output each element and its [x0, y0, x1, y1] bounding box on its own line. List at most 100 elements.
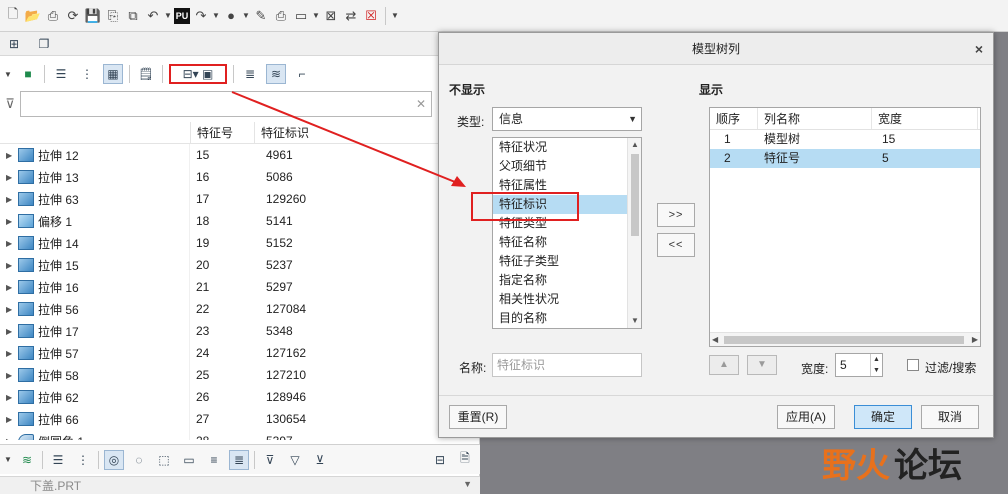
expand-icon[interactable]: ▶ [6, 327, 14, 336]
tree-columns-button[interactable]: ⊟▾ ▣ [169, 64, 227, 84]
tree-row[interactable]: ▶ 拉伸 56 22 127084 [0, 298, 480, 320]
header-width[interactable]: 宽度 [872, 108, 978, 129]
tree-menu-dropdown-icon[interactable]: ▼ [4, 70, 12, 79]
expand-icon[interactable]: ▶ [6, 195, 14, 204]
tree-row[interactable]: ▶ 拉伸 12 15 4961 [0, 144, 480, 166]
list-item[interactable]: 特征名称 [493, 233, 627, 252]
erase-icon[interactable]: ☒ [362, 7, 380, 25]
layer-stack-icon[interactable]: ≋ [17, 450, 37, 470]
switch-icon[interactable]: ⇄ [342, 7, 360, 25]
filter-funnel-icon[interactable]: ⊽ [0, 96, 20, 112]
save-icon[interactable]: 💾 [84, 7, 102, 25]
table-row[interactable]: 1 模型树 15 [710, 130, 980, 149]
table-row[interactable]: 2 特征号 5 [710, 149, 980, 168]
list-item[interactable]: 父项细节 [493, 157, 627, 176]
expand-icon[interactable]: ▶ [6, 305, 14, 314]
expand-icon[interactable]: ▶ [6, 283, 14, 292]
list-item[interactable]: 指定名称 [493, 271, 627, 290]
type-select[interactable]: 信息 ▼ [492, 107, 642, 131]
pu-plugin-icon[interactable]: PU [174, 7, 190, 24]
undo-icon[interactable]: ↶ [144, 7, 162, 25]
layer-props-icon[interactable]: ≣ [229, 449, 249, 470]
reset-button[interactable]: 重置(R) [449, 405, 507, 429]
tree-search-input[interactable]: ✕ [20, 91, 432, 117]
save-as-icon[interactable]: ⎘ [104, 7, 122, 25]
layer-filter-icon[interactable]: ⋮ [73, 450, 93, 470]
stepper-down-icon[interactable]: ▼ [870, 365, 882, 376]
tree-row[interactable]: ▶ 偏移 1 18 5141 [0, 210, 480, 232]
move-up-button[interactable]: ▲ [709, 355, 739, 375]
layer-model-dropdown-icon[interactable]: ▼ [463, 479, 472, 489]
open-file-icon[interactable]: 📂 [24, 7, 42, 25]
layer-tree-tab-icon[interactable]: ❐ [34, 34, 54, 54]
expand-icon[interactable]: ▶ [6, 415, 14, 424]
list-icon[interactable]: ≣ [240, 64, 260, 84]
layer-doc-icon[interactable]: 🗎 [455, 450, 475, 470]
layer-menu-dropdown-icon[interactable]: ▼ [4, 455, 12, 464]
layer-info-icon[interactable]: ⊟ [430, 450, 450, 470]
move-down-button[interactable]: ▼ [747, 355, 777, 375]
list-item[interactable]: 相关性状况 [493, 290, 627, 309]
model-tree-tab-icon[interactable]: ⊞ [4, 34, 24, 54]
expand-icon[interactable]: ▶ [6, 239, 14, 248]
expand-icon[interactable]: ▶ [6, 217, 14, 226]
clear-search-icon[interactable]: ✕ [416, 97, 426, 111]
scroll-up-icon[interactable]: ▲ [628, 138, 641, 152]
scroll-thumb[interactable] [724, 336, 964, 344]
tree-row[interactable]: ▶ 拉伸 58 25 127210 [0, 364, 480, 386]
tree-header-feature-number[interactable]: 特征号 [190, 122, 254, 143]
header-order[interactable]: 顺序 [710, 108, 758, 129]
tree-row[interactable]: ▶ 拉伸 63 17 129260 [0, 188, 480, 210]
close-icon[interactable]: × [975, 33, 983, 65]
tree-row[interactable]: ▶ 拉伸 66 27 130654 [0, 408, 480, 430]
tree-filter-icon[interactable]: ⋮ [77, 64, 97, 84]
expand-icon[interactable]: ▶ [6, 437, 14, 441]
apply-button[interactable]: 应用(A) [777, 405, 835, 429]
tree-row[interactable]: ▶ 拉伸 16 21 5297 [0, 276, 480, 298]
filter-c-icon[interactable]: ⊻ [310, 450, 330, 470]
layer-blank-icon[interactable]: ▭ [179, 450, 199, 470]
expand-icon[interactable]: ▶ [6, 349, 14, 358]
layer-hide-icon[interactable]: ◌ [129, 450, 149, 470]
list-item[interactable]: 目的名称 [493, 309, 627, 328]
available-columns-list[interactable]: 特征状况 父项细节 特征属性 特征标识 特征类型 特征名称 特征子类型 指定名称 相关性状况 目的… [492, 137, 642, 329]
layer-list-icon[interactable]: ≡ [204, 450, 224, 470]
part-icon[interactable]: ■ [18, 64, 38, 84]
layers-icon[interactable]: ≋ [266, 64, 286, 84]
layer-model-select[interactable]: 下盖.PRT ▼ [0, 476, 480, 494]
scroll-down-icon[interactable]: ▼ [628, 314, 641, 328]
close-window-icon[interactable]: ⊠ [322, 7, 340, 25]
filter-search-checkbox[interactable] [907, 359, 919, 371]
width-stepper[interactable]: 5 ▲ ▼ [835, 353, 883, 377]
cancel-button[interactable]: 取消 [921, 405, 979, 429]
filter-a-icon[interactable]: ⊽ [260, 450, 280, 470]
tree-row[interactable]: ▶ 拉伸 17 23 5348 [0, 320, 480, 342]
tree-settings-icon[interactable]: ☰ [51, 64, 71, 84]
tree-row[interactable]: ▶ 拉伸 15 20 5237 [0, 254, 480, 276]
sphere-dropdown-icon[interactable]: ▼ [242, 11, 250, 20]
header-column-name[interactable]: 列名称 [758, 108, 872, 129]
undo-dropdown-icon[interactable]: ▼ [164, 11, 172, 20]
windows-icon[interactable]: ▭ [292, 7, 310, 25]
layer-isolate-icon[interactable]: ⬚ [154, 450, 174, 470]
expand-icon[interactable]: ▶ [6, 261, 14, 270]
tree-row[interactable]: ▶倒圆角 1285397 [0, 430, 480, 440]
customize-toolbar-icon[interactable]: ▼ [391, 11, 399, 20]
remove-column-button[interactable]: << [657, 233, 695, 257]
available-list-scrollbar[interactable]: ▲ ▼ [627, 138, 641, 328]
ok-button[interactable]: 确定 [854, 405, 912, 429]
tree-header-name[interactable] [0, 122, 190, 143]
scroll-left-icon[interactable]: ◀ [712, 333, 718, 346]
show-columns-icon[interactable]: ▦ [103, 64, 123, 84]
list-item[interactable]: 特征子类型 [493, 252, 627, 271]
scroll-right-icon[interactable]: ▶ [972, 333, 978, 346]
layer-show-icon[interactable]: ◎ [104, 449, 124, 470]
bookmark-icon[interactable]: 🗒 [136, 64, 156, 84]
layer-settings-icon[interactable]: ☰ [48, 450, 68, 470]
save-copy-icon[interactable]: ⎙ [44, 7, 62, 25]
shown-table-scrollbar[interactable]: ◀ ▶ [710, 332, 980, 346]
print-icon[interactable]: ⎙ [272, 7, 290, 25]
add-column-button[interactable]: >> [657, 203, 695, 227]
tree-row[interactable]: ▶ 拉伸 14 19 5152 [0, 232, 480, 254]
expand-icon[interactable]: ▶ [6, 371, 14, 380]
